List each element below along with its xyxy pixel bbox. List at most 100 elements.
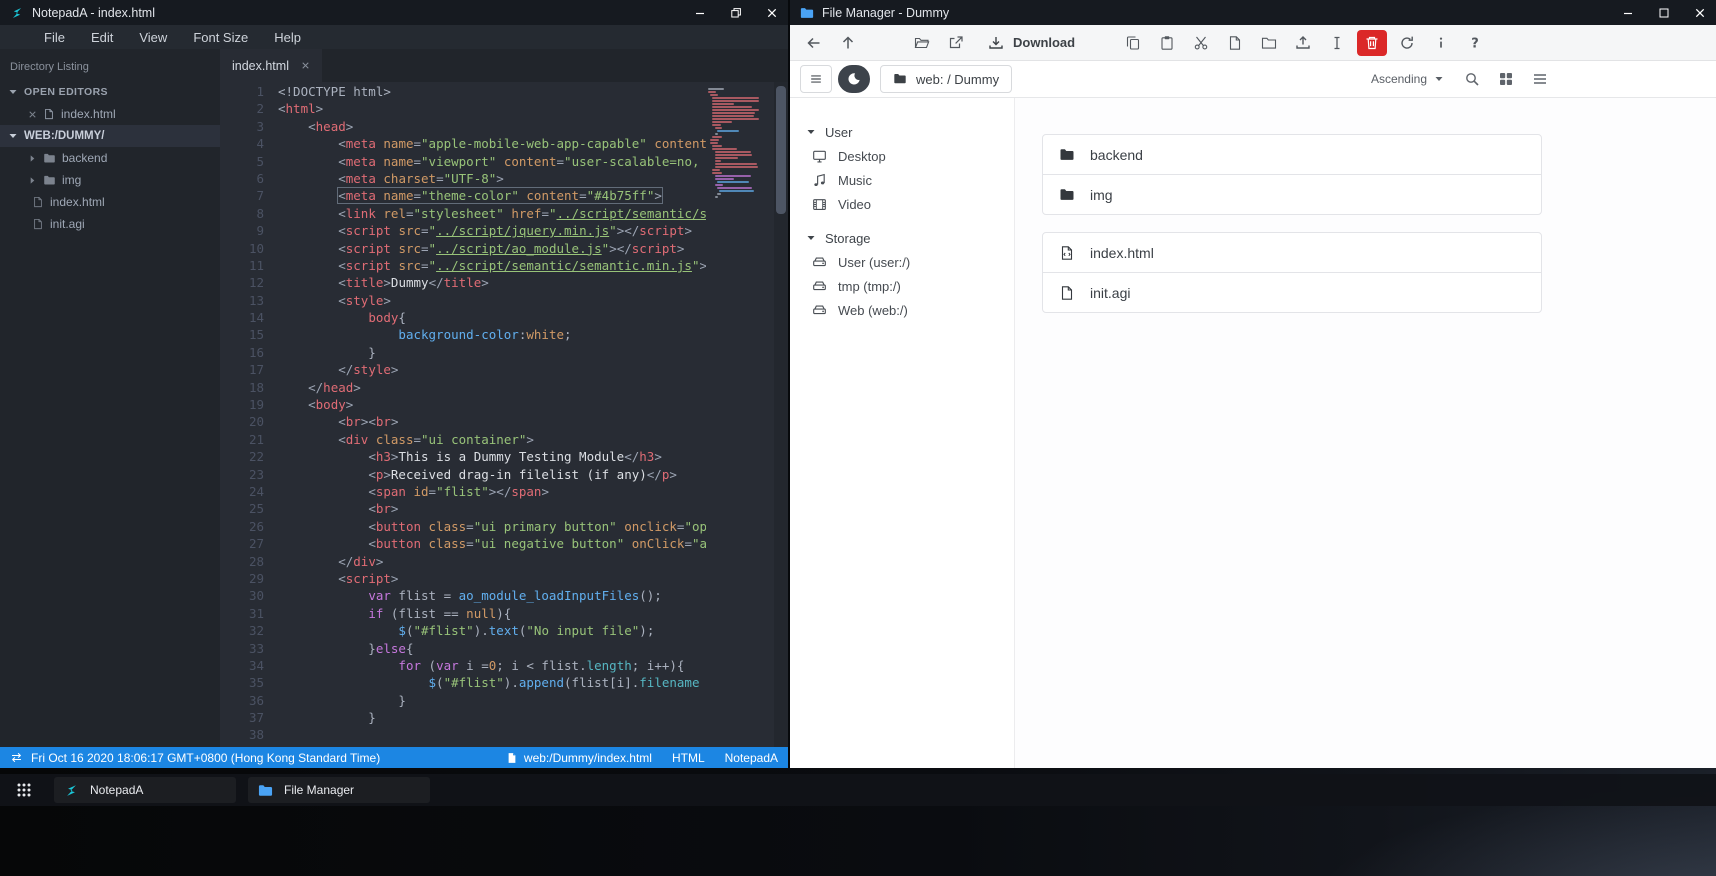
list-view-icon[interactable]: [1532, 71, 1548, 87]
code-line-22[interactable]: 22 <h3>This is a Dummy Testing Module</h…: [220, 448, 706, 465]
tree-root-web-dummy[interactable]: WEB:/DUMMY/: [0, 125, 220, 147]
up-button[interactable]: [832, 29, 864, 57]
code-line-28[interactable]: 28 </div>: [220, 553, 706, 570]
menu-file[interactable]: File: [44, 30, 65, 45]
new-file-button[interactable]: [1219, 29, 1251, 57]
code-line-5[interactable]: 5 <meta name="viewport" content="user-sc…: [220, 153, 706, 170]
code-line-37[interactable]: 37 }: [220, 709, 706, 726]
refresh-button[interactable]: [1391, 29, 1423, 57]
code-line-13[interactable]: 13 <style>: [220, 292, 706, 309]
paste-button[interactable]: [1151, 29, 1183, 57]
open-in-new-button[interactable]: [940, 29, 972, 57]
code-line-16[interactable]: 16 }: [220, 344, 706, 361]
taskbar-item-notepada[interactable]: NotepadA: [54, 777, 236, 803]
back-button[interactable]: [798, 29, 830, 57]
open-editor-index-html[interactable]: index.html: [0, 103, 220, 125]
tree-file-init-agi[interactable]: init.agi: [0, 213, 220, 235]
sidebar-item-video[interactable]: Video: [790, 192, 1014, 216]
minimize-icon[interactable]: [1622, 7, 1634, 19]
code-line-15[interactable]: 15 background-color:white;: [220, 326, 706, 343]
code-line-7[interactable]: 7 <meta name="theme-color" content="#4b7…: [220, 187, 706, 205]
code-area[interactable]: 1 <!DOCTYPE html> 2 <html> 3 <head> 4 <meta n…: [220, 82, 788, 747]
info-button[interactable]: [1425, 29, 1457, 57]
open-editors-section[interactable]: OPEN EDITORS: [0, 81, 220, 103]
taskbar-item-file-manager[interactable]: File Manager: [248, 777, 430, 803]
statusbar-language[interactable]: HTML: [672, 751, 705, 765]
code-line-33[interactable]: 33 }else{: [220, 640, 706, 657]
sidebar-item-tmp-tmp[interactable]: tmp (tmp:/): [790, 274, 1014, 298]
code-line-34[interactable]: 34 for (var i =0; i < flist.length; i++)…: [220, 657, 706, 674]
open-button[interactable]: [906, 29, 938, 57]
upload-button[interactable]: [1287, 29, 1319, 57]
menu-button[interactable]: [800, 65, 832, 93]
sidebar-section-storage[interactable]: Storage: [790, 226, 1014, 250]
menu-edit[interactable]: Edit: [91, 30, 113, 45]
code-line-20[interactable]: 20 <br><br>: [220, 413, 706, 430]
sidebar-item-user-user[interactable]: User (user:/): [790, 250, 1014, 274]
sidebar-item-desktop[interactable]: Desktop: [790, 144, 1014, 168]
code-line-25[interactable]: 25 <br>: [220, 500, 706, 517]
code-line-2[interactable]: 2 <html>: [220, 100, 706, 117]
menu-help[interactable]: Help: [274, 30, 301, 45]
code-line-23[interactable]: 23 <p>Received drag-in filelist (if any)…: [220, 466, 706, 483]
file-item-index-html[interactable]: index.html: [1042, 232, 1542, 273]
editor-scrollbar[interactable]: [774, 82, 788, 747]
rename-button[interactable]: [1321, 29, 1353, 57]
code-line-36[interactable]: 36 }: [220, 692, 706, 709]
tab-close-icon[interactable]: [301, 61, 310, 70]
code-line-18[interactable]: 18 </head>: [220, 379, 706, 396]
code-line-14[interactable]: 14 body{: [220, 309, 706, 326]
maximize-icon[interactable]: [1658, 7, 1670, 19]
code-lines[interactable]: 1 <!DOCTYPE html> 2 <html> 3 <head> 4 <meta n…: [220, 82, 706, 747]
sidebar-item-web-web[interactable]: Web (web:/): [790, 298, 1014, 322]
code-line-38[interactable]: 38: [220, 726, 706, 743]
search-icon[interactable]: [1464, 71, 1480, 87]
code-line-32[interactable]: 32 $("#flist").text("No input file");: [220, 622, 706, 639]
grid-view-icon[interactable]: [1498, 71, 1514, 87]
code-line-17[interactable]: 17 </style>: [220, 361, 706, 378]
tree-folder-img[interactable]: img: [0, 169, 220, 191]
editor-scrollbar-thumb[interactable]: [776, 86, 786, 214]
code-line-4[interactable]: 4 <meta name="apple-mobile-web-app-capab…: [220, 135, 706, 152]
sort-dropdown[interactable]: Ascending: [1371, 72, 1444, 86]
file-item-init-agi[interactable]: init.agi: [1042, 272, 1542, 313]
copy-button[interactable]: [1117, 29, 1149, 57]
minimap[interactable]: [708, 88, 770, 205]
file-item-backend[interactable]: backend: [1042, 134, 1542, 175]
code-line-9[interactable]: 9 <script src="../script/jquery.min.js">…: [220, 222, 706, 239]
code-line-12[interactable]: 12 <title>Dummy</title>: [220, 274, 706, 291]
code-line-29[interactable]: 29 <script>: [220, 570, 706, 587]
code-line-30[interactable]: 30 var flist = ao_module_loadInputFiles(…: [220, 587, 706, 604]
breadcrumb[interactable]: web: / Dummy: [880, 65, 1013, 93]
close-icon[interactable]: [766, 7, 778, 19]
restore-icon[interactable]: [730, 7, 742, 19]
code-line-3[interactable]: 3 <head>: [220, 118, 706, 135]
code-line-27[interactable]: 27 <button class="ui negative button" on…: [220, 535, 706, 552]
code-line-21[interactable]: 21 <div class="ui container">: [220, 431, 706, 448]
code-line-6[interactable]: 6 <meta charset="UTF-8">: [220, 170, 706, 187]
cut-button[interactable]: [1185, 29, 1217, 57]
code-line-1[interactable]: 1 <!DOCTYPE html>: [220, 83, 706, 100]
code-line-19[interactable]: 19 <body>: [220, 396, 706, 413]
sidebar-section-user[interactable]: User: [790, 120, 1014, 144]
close-icon[interactable]: [1694, 7, 1706, 19]
code-line-8[interactable]: 8 <link rel="stylesheet" href="../script…: [220, 205, 706, 222]
code-line-24[interactable]: 24 <span id="flist"></span>: [220, 483, 706, 500]
code-line-10[interactable]: 10 <script src="../script/ao_module.js">…: [220, 240, 706, 257]
code-line-39[interactable]: 39: [220, 744, 706, 747]
menu-view[interactable]: View: [139, 30, 167, 45]
theme-toggle-button[interactable]: [838, 65, 870, 93]
file-item-img[interactable]: img: [1042, 174, 1542, 215]
code-line-31[interactable]: 31 if (flist == null){: [220, 605, 706, 622]
app-launcher-button[interactable]: [6, 777, 42, 803]
code-line-35[interactable]: 35 $("#flist").append(flist[i].filename …: [220, 674, 706, 691]
new-folder-button[interactable]: [1253, 29, 1285, 57]
sidebar-item-music[interactable]: Music: [790, 168, 1014, 192]
minimize-icon[interactable]: [694, 7, 706, 19]
help-button[interactable]: ?: [1459, 29, 1491, 57]
code-line-11[interactable]: 11 <script src="../script/semantic/seman…: [220, 257, 706, 274]
tree-folder-backend[interactable]: backend: [0, 147, 220, 169]
delete-button[interactable]: [1357, 29, 1388, 56]
download-button[interactable]: Download: [974, 29, 1089, 57]
tab-index-html[interactable]: index.html: [220, 49, 322, 82]
